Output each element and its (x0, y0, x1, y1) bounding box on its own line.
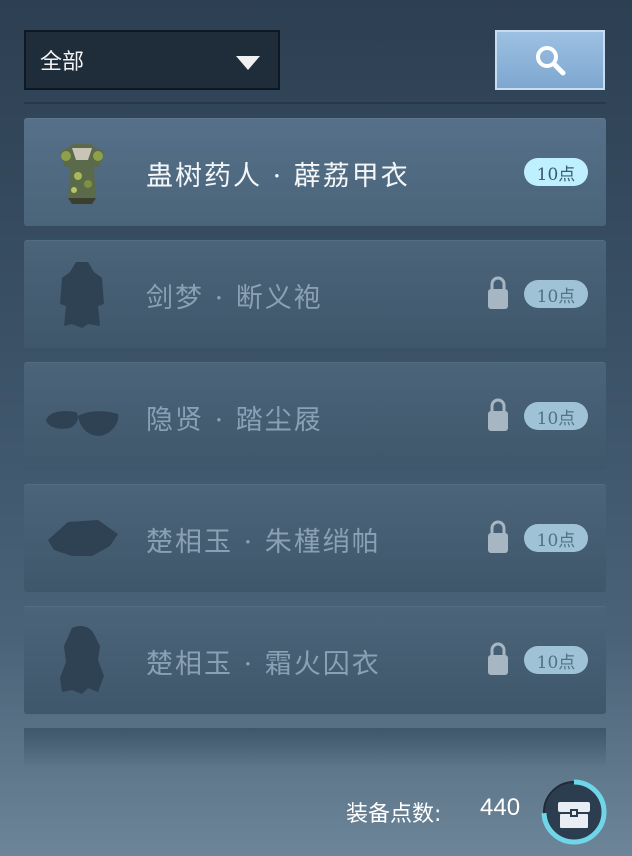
points-badge: 10点 (524, 402, 588, 430)
lock-icon (488, 398, 508, 431)
chest-button[interactable] (540, 778, 608, 846)
equipment-item[interactable]: 蛊树药人 · 薜荔甲衣 10点 (24, 118, 606, 226)
equipment-item-partial (24, 728, 606, 768)
lock-icon (488, 642, 508, 675)
armor-icon (60, 144, 104, 204)
equipment-points-value: 440 (480, 794, 521, 821)
equipment-points-label: 装备点数: (346, 802, 442, 827)
category-dropdown[interactable]: 全部 (24, 30, 280, 90)
chest-icon (558, 802, 590, 828)
points-badge: 10点 (524, 524, 588, 552)
item-name: 剑梦 · 断义袍 (146, 283, 323, 314)
robe-silhouette-icon (60, 262, 104, 328)
chevron-down-icon (236, 56, 260, 70)
equipment-item[interactable]: 剑梦 · 断义袍 10点 (24, 240, 606, 348)
points-badge: 10点 (524, 158, 588, 186)
equipment-item[interactable]: 楚相玉 · 霜火囚衣 10点 (24, 606, 606, 714)
lock-icon (488, 276, 508, 309)
equipment-item[interactable]: 隐贤 · 踏尘屐 10点 (24, 362, 606, 470)
item-name: 蛊树药人 · 薜荔甲衣 (146, 161, 410, 192)
item-name: 楚相玉 · 霜火囚衣 (146, 649, 381, 680)
shoes-silhouette-icon (46, 410, 119, 436)
points-badge: 10点 (524, 280, 588, 308)
search-button[interactable] (495, 30, 605, 90)
equipment-item[interactable]: 楚相玉 · 朱槿绡帕 10点 (24, 484, 606, 592)
category-dropdown-value: 全部 (40, 50, 85, 75)
prison-robe-silhouette-icon (60, 626, 104, 694)
points-badge: 10点 (524, 646, 588, 674)
divider (24, 102, 606, 104)
lock-icon (488, 520, 508, 553)
search-icon (536, 46, 566, 76)
handkerchief-silhouette-icon (48, 520, 118, 556)
item-name: 楚相玉 · 朱槿绡帕 (146, 527, 381, 558)
item-name: 隐贤 · 踏尘屐 (146, 405, 323, 436)
